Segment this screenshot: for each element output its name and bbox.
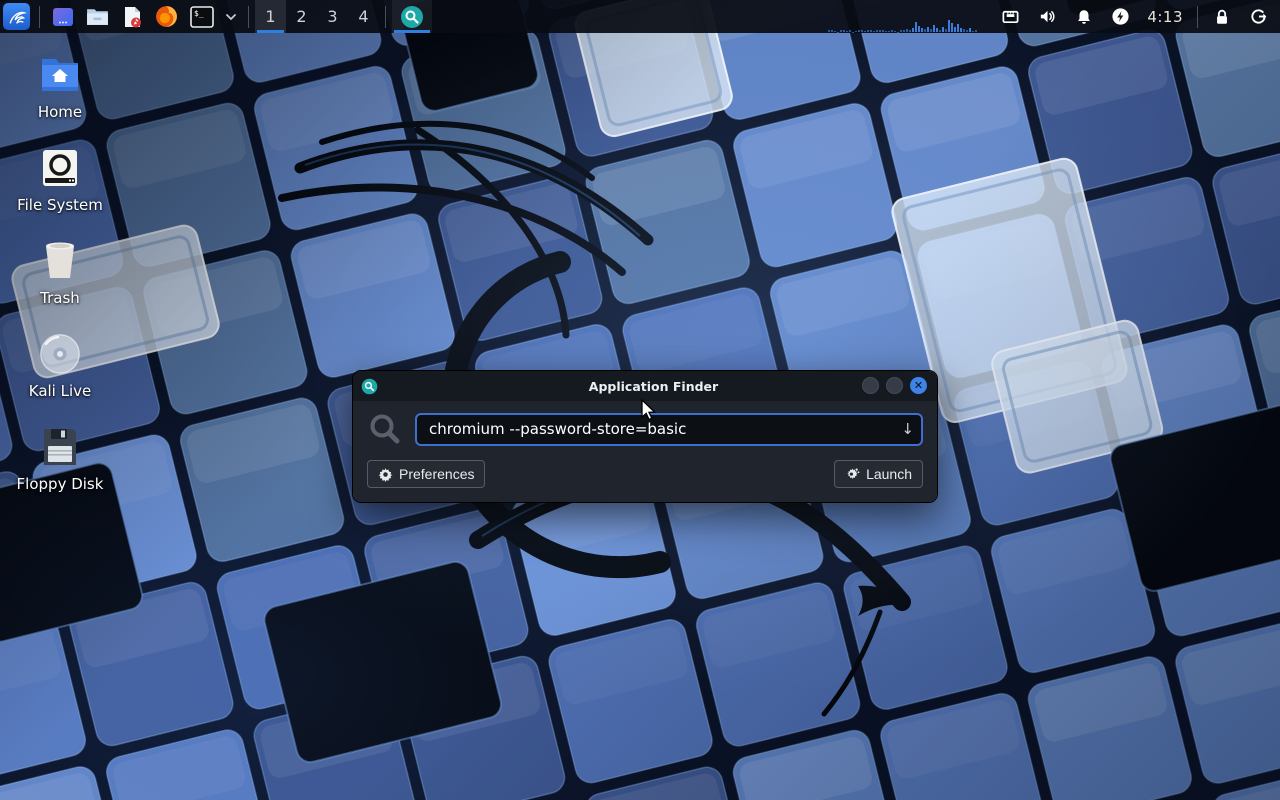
desktop-icon-label: File System xyxy=(17,196,103,214)
panel-separator xyxy=(385,6,386,28)
dialog-body: ↓ Preferences Launch xyxy=(353,401,937,502)
network-monitor-graph[interactable] xyxy=(828,0,978,33)
text-editor-icon xyxy=(120,5,144,29)
show-desktop-icon xyxy=(51,5,75,29)
folder-icon xyxy=(85,4,110,29)
workspace-2-button[interactable]: 2 xyxy=(286,0,317,33)
window-title: Application Finder xyxy=(378,379,929,394)
desktop-icon-list: Home File System Trash xyxy=(10,52,110,517)
kali-menu-button[interactable] xyxy=(0,0,33,33)
command-input[interactable] xyxy=(415,413,923,446)
home-folder-icon xyxy=(38,52,82,98)
taskbar-active-underline xyxy=(394,30,430,33)
desktop-icon-home[interactable]: Home xyxy=(10,52,110,121)
floppy-disk-icon xyxy=(40,424,80,470)
window-app-icon xyxy=(361,378,378,395)
window-titlebar[interactable]: Application Finder ✕ xyxy=(353,371,937,401)
desktop-icon-file-system[interactable]: File System xyxy=(10,145,110,214)
logout-button[interactable] xyxy=(1249,7,1268,26)
search-icon xyxy=(367,411,403,447)
firefox-icon xyxy=(154,4,179,29)
workspace-3-label: 3 xyxy=(327,7,337,26)
lock-screen-button[interactable] xyxy=(1213,8,1231,26)
network-icon xyxy=(1001,7,1020,26)
desktop-icon-trash[interactable]: Trash xyxy=(10,238,110,307)
launch-label: Launch xyxy=(866,466,912,482)
network-tray-button[interactable] xyxy=(1001,7,1020,26)
workspace-1-button[interactable]: 1 xyxy=(255,0,286,33)
application-finder-window: Application Finder ✕ ↓ Prefer xyxy=(352,370,938,503)
workspace-active-underline xyxy=(257,30,284,33)
panel-separator xyxy=(1197,6,1198,28)
desktop-icon-label: Floppy Disk xyxy=(17,475,104,493)
svg-text:$_: $_ xyxy=(194,9,204,18)
gear-icon xyxy=(378,467,393,482)
minimize-button[interactable] xyxy=(862,377,879,394)
terminal-launcher[interactable]: $_ xyxy=(184,0,220,33)
volume-tray-button[interactable] xyxy=(1038,7,1057,26)
logout-icon xyxy=(1249,7,1268,26)
bell-icon xyxy=(1075,8,1093,26)
panel-separator xyxy=(39,6,40,28)
power-manager-icon xyxy=(1111,7,1130,26)
terminal-icon: $_ xyxy=(189,4,215,30)
notifications-tray-button[interactable] xyxy=(1075,8,1093,26)
workspace-4-label: 4 xyxy=(358,7,368,26)
trash-icon xyxy=(40,238,80,284)
close-button[interactable]: ✕ xyxy=(910,377,927,394)
workspace-1-label: 1 xyxy=(265,7,275,26)
power-manager-tray-button[interactable] xyxy=(1111,7,1130,26)
lock-icon xyxy=(1213,8,1231,26)
launch-gear-icon xyxy=(845,467,860,482)
chevron-down-icon xyxy=(225,11,237,23)
firefox-launcher[interactable] xyxy=(149,0,184,33)
show-desktop-launcher[interactable] xyxy=(46,0,80,33)
launch-button[interactable]: Launch xyxy=(834,460,923,488)
preferences-label: Preferences xyxy=(399,466,474,482)
volume-icon xyxy=(1038,7,1057,26)
maximize-button[interactable] xyxy=(886,377,903,394)
taskbar-application-finder-button[interactable] xyxy=(392,0,432,33)
text-editor-launcher[interactable] xyxy=(115,0,149,33)
hard-drive-icon xyxy=(39,145,81,191)
desktop-icon-floppy-disk[interactable]: Floppy Disk xyxy=(10,424,110,493)
top-panel: $_ 1 2 3 4 xyxy=(0,0,1280,33)
panel-clock[interactable]: 4:13 xyxy=(1147,8,1183,26)
optical-disc-icon xyxy=(38,331,82,377)
terminal-dropdown-button[interactable] xyxy=(220,0,242,33)
app-finder-icon xyxy=(400,5,424,29)
desktop-icon-label: Trash xyxy=(40,289,80,307)
desktop-icon-label: Kali Live xyxy=(29,382,92,400)
panel-separator xyxy=(248,6,249,28)
workspace-2-label: 2 xyxy=(296,7,306,26)
workspace-4-button[interactable]: 4 xyxy=(348,0,379,33)
workspace-3-button[interactable]: 3 xyxy=(317,0,348,33)
kali-logo-icon xyxy=(3,3,30,30)
desktop-icon-label: Home xyxy=(38,103,82,121)
preferences-button[interactable]: Preferences xyxy=(367,460,485,488)
desktop-icon-kali-live[interactable]: Kali Live xyxy=(10,331,110,400)
file-manager-launcher[interactable] xyxy=(80,0,115,33)
